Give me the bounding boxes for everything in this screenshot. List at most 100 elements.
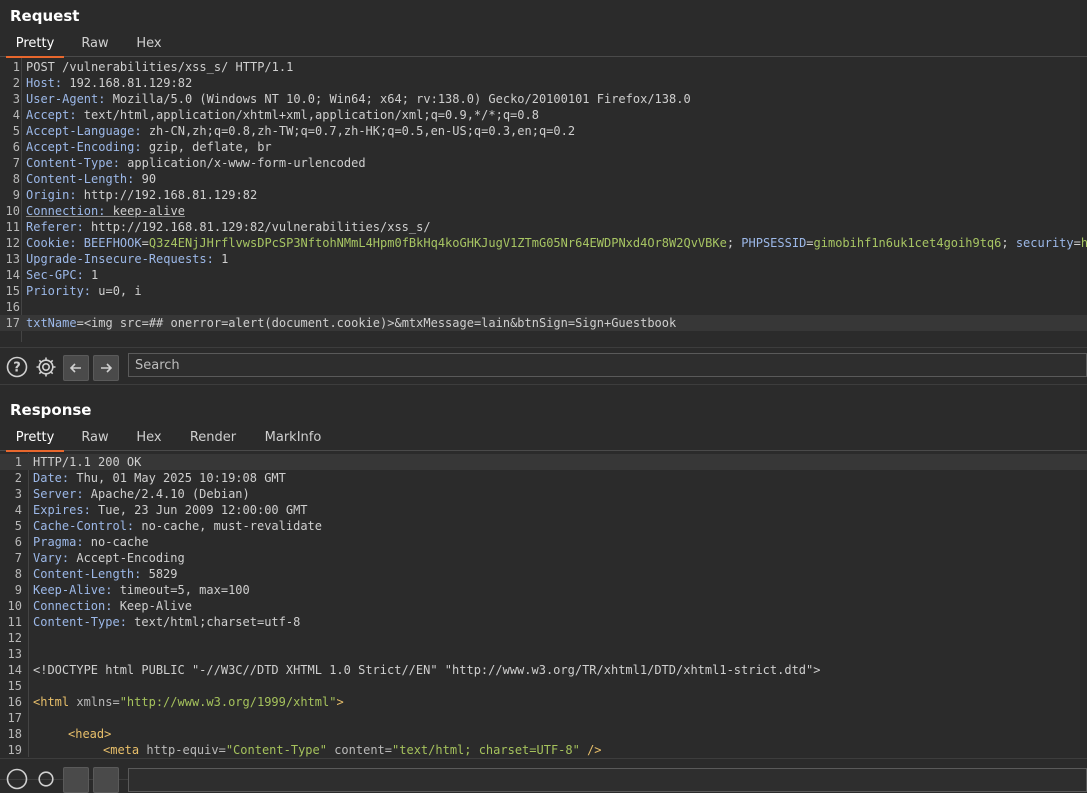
help-icon[interactable]: ? — [5, 355, 29, 379]
tab-markinfo[interactable]: MarkInfo — [254, 428, 332, 450]
meta-attr-value: "Content-Type" — [225, 743, 327, 757]
line-number: 6 — [12, 140, 20, 154]
line-number: 18 — [7, 727, 22, 741]
code-line: 13 Upgrade-Insecure-Requests: 1 — [0, 251, 1087, 267]
code-text: Connection: Keep-Alive — [33, 598, 192, 614]
line-number: 9 — [12, 188, 20, 202]
response-title: Response — [10, 401, 92, 419]
header-name: Content-Length: — [26, 172, 135, 186]
cookie-part: high — [1080, 236, 1087, 250]
header-value: text/html,application/xhtml+xml,applicat… — [76, 108, 539, 122]
code-line: 12 — [0, 630, 1087, 646]
cookie-part: = — [141, 236, 149, 250]
code-text: Origin: http://192.168.81.129:82 — [26, 187, 257, 203]
header-name: Content-Type: — [26, 156, 120, 170]
code-line: 1 POST /vulnerabilities/xss_s/ HTTP/1.1 — [0, 59, 1087, 75]
cookie-part: ; — [1001, 236, 1016, 250]
search-input[interactable] — [129, 355, 1003, 376]
header-value: no-cache, must-revalidate — [134, 519, 322, 533]
tab-pretty[interactable]: Pretty — [6, 34, 64, 58]
meta-attr-value: "text/html; charset=UTF-8" — [392, 743, 580, 757]
forward-arrow-icon[interactable] — [93, 355, 119, 381]
code-line: 5 Accept-Language: zh-CN,zh;q=0.8,zh-TW;q… — [0, 123, 1087, 139]
code-text: Expires: Tue, 23 Jun 2009 12:00:00 GMT — [33, 502, 308, 518]
header-value: Keep-Alive — [112, 599, 192, 613]
tab-raw[interactable]: Raw — [72, 34, 118, 56]
header-name: Connection: — [26, 204, 106, 218]
code-text: Accept-Language: zh-CN,zh;q=0.8,zh-TW;q=… — [26, 123, 575, 139]
header-name: Sec-GPC: — [26, 268, 84, 282]
line-number: 4 — [12, 108, 20, 122]
forward-arrow-icon[interactable] — [93, 767, 119, 793]
code-text: Host: 192.168.81.129:82 — [26, 75, 192, 91]
tab-hex[interactable]: Hex — [128, 428, 170, 450]
gear-icon[interactable] — [34, 355, 58, 379]
code-line: 9 Keep-Alive: timeout=5, max=100 — [0, 582, 1087, 598]
code-line: 4 Accept: text/html,application/xhtml+xml… — [0, 107, 1087, 123]
back-arrow-icon[interactable] — [63, 767, 89, 793]
code-line: 16 — [0, 299, 1087, 315]
tab-pretty[interactable]: Pretty — [6, 428, 64, 452]
header-value: keep-alive — [105, 204, 185, 218]
code-line: 2 Date: Thu, 01 May 2025 10:19:08 GMT — [0, 470, 1087, 486]
gear-icon[interactable] — [34, 767, 58, 791]
line-number: 5 — [14, 519, 22, 533]
line-number: 17 — [5, 316, 20, 330]
line-number: 1 — [12, 60, 20, 74]
line-number: 19 — [7, 743, 22, 757]
help-icon[interactable] — [5, 767, 29, 791]
code-text: Accept: text/html,application/xhtml+xml,… — [26, 107, 539, 123]
body-param-name: txtName — [26, 316, 77, 330]
line-number: 10 — [5, 204, 20, 218]
meta-attr: http-equiv= — [139, 743, 226, 757]
code-line: 6 Pragma: no-cache — [0, 534, 1087, 550]
html-tag-close: > — [336, 695, 344, 709]
request-toolbar: ? — [0, 347, 1087, 385]
request-tabs: Pretty Raw Hex — [0, 34, 1087, 58]
code-line: 11 Content-Type: text/html;charset=utf-8 — [0, 614, 1087, 630]
code-text: Upgrade-Insecure-Requests: 1 — [26, 251, 228, 267]
tab-raw[interactable]: Raw — [72, 428, 118, 450]
header-name: Host: — [26, 76, 63, 90]
header-name: Content-Length: — [33, 567, 142, 581]
line-number: 7 — [12, 156, 20, 170]
header-name: Expires: — [33, 503, 91, 517]
response-editor[interactable]: 1 HTTP/1.1 200 OK 2 Date: Thu, 01 May 2025 … — [0, 453, 1087, 757]
meta-tag: <meta — [103, 743, 140, 757]
code-line: 8 Content-Length: 90 — [0, 171, 1087, 187]
code-text: POST /vulnerabilities/xss_s/ HTTP/1.1 — [26, 59, 293, 75]
tab-hex[interactable]: Hex — [128, 34, 170, 56]
header-name: Keep-Alive: — [33, 583, 113, 597]
code-line: 18 <head> — [0, 726, 1087, 742]
header-name: Cache-Control: — [33, 519, 135, 533]
header-value: text/html;charset=utf-8 — [126, 615, 301, 629]
header-value: 90 — [134, 172, 157, 186]
tab-render[interactable]: Render — [180, 428, 246, 450]
line-number: 9 — [14, 583, 22, 597]
code-text: Referer: http://192.168.81.129:82/vulner… — [26, 219, 431, 235]
cookie-part: = — [806, 236, 814, 250]
back-arrow-icon[interactable] — [63, 355, 89, 381]
line-number: 15 — [7, 679, 22, 693]
response-tabs: Pretty Raw Hex Render MarkInfo — [0, 428, 1087, 452]
search-box[interactable] — [128, 353, 1087, 377]
line-number: 14 — [5, 268, 20, 282]
line-number: 8 — [12, 172, 20, 186]
line-number: 6 — [14, 535, 22, 549]
response-toolbar — [0, 758, 1087, 793]
header-name: User-Agent: — [26, 92, 106, 106]
doctype: <!DOCTYPE html PUBLIC "-//W3C//DTD XHTML… — [33, 663, 821, 677]
line-number: 2 — [14, 471, 22, 485]
header-value: http://192.168.81.129:82/vulnerabilities… — [83, 220, 431, 234]
request-editor[interactable]: 1 POST /vulnerabilities/xss_s/ HTTP/1.1 2 H… — [0, 58, 1087, 342]
cookie-part: gimobihf1n6uk1cet4goih9tq6 — [813, 236, 1002, 250]
code-text: Cache-Control: no-cache, must-revalidate — [33, 518, 322, 534]
header-value: timeout=5, max=100 — [112, 583, 250, 597]
line-number: 12 — [5, 236, 20, 250]
html-attr: xmlns= — [69, 695, 120, 709]
code-line: 2 Host: 192.168.81.129:82 — [0, 75, 1087, 91]
header-value: 1 — [83, 268, 99, 282]
code-line: 9 Origin: http://192.168.81.129:82 — [0, 187, 1087, 203]
code-text: Sec-GPC: 1 — [26, 267, 98, 283]
header-name: Origin: — [26, 188, 77, 202]
